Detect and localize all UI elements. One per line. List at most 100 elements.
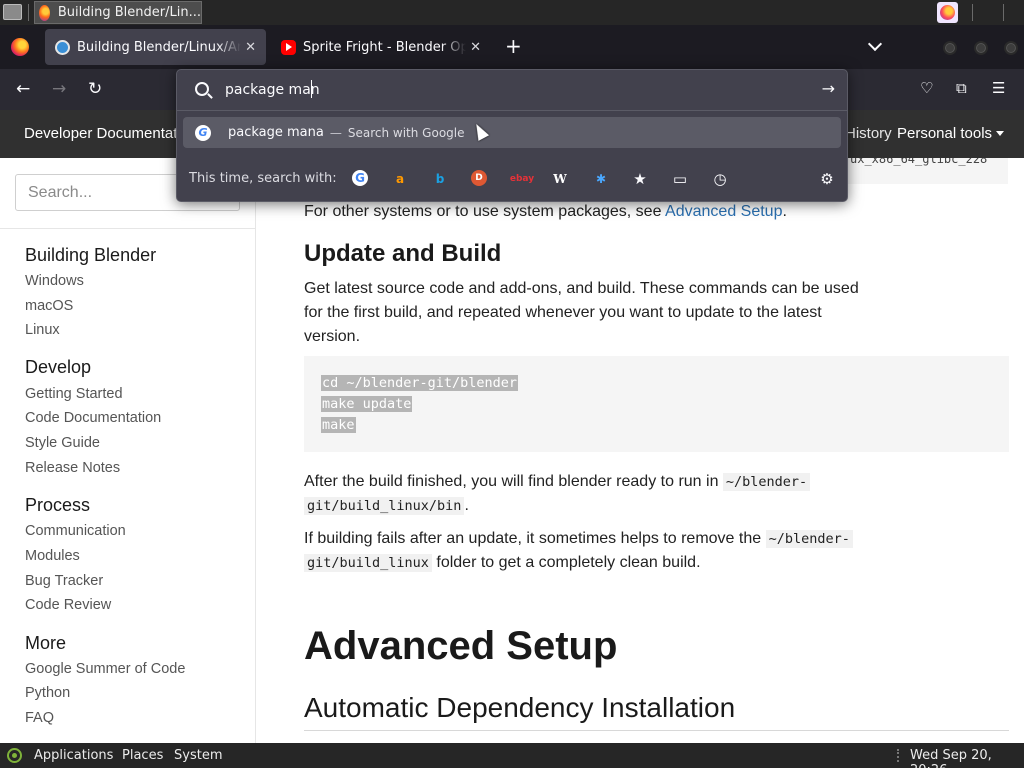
advanced-setup-heading: Advanced Setup — [304, 624, 618, 668]
sidebar-item-python[interactable]: Python — [25, 685, 70, 701]
sidebar-item-windows[interactable]: Windows — [25, 273, 84, 289]
code-block: cd ~/blender-git/blender make update mak… — [304, 356, 1009, 452]
bottom-panel: Applications Places System Wed Sep 20, 2… — [0, 743, 1024, 768]
close-tab-icon[interactable]: ✕ — [470, 40, 481, 55]
text: If building fails after an update, it so… — [304, 530, 766, 547]
search-suggestion[interactable]: G package mana — Search with Google — [183, 117, 841, 148]
history-link[interactable]: History — [845, 125, 892, 142]
amazon-icon[interactable]: a — [391, 170, 409, 188]
bing-icon[interactable]: b — [431, 170, 449, 188]
after-build-paragraph: After the build finished, you will find … — [304, 470, 864, 518]
sidebar-item-release-notes[interactable]: Release Notes — [25, 460, 120, 476]
go-arrow-icon[interactable]: → — [822, 79, 835, 98]
inline-code: git/build_linux/bin — [304, 497, 465, 515]
close-tab-icon[interactable]: ✕ — [245, 40, 256, 55]
urlbar-popup: → G package mana — Search with Google Th… — [176, 69, 848, 202]
one-off-label: This time, search with: — [189, 171, 337, 186]
tabs-icon[interactable]: ▭ — [671, 170, 689, 188]
system-menu[interactable]: System — [174, 748, 222, 763]
close-window-button[interactable] — [1004, 41, 1018, 55]
separator — [1003, 4, 1004, 21]
divider — [304, 730, 1009, 731]
firefox-icon — [39, 4, 50, 21]
urlbar-input-row: → — [177, 70, 847, 110]
personal-tools-menu[interactable]: Personal tools — [897, 125, 1004, 142]
tab-sprite-fright[interactable]: Sprite Fright - Blender Open Movie ✕ — [271, 29, 491, 65]
extensions-icon[interactable]: ⧉ — [956, 79, 967, 97]
inline-code: ~/blender- — [722, 473, 811, 491]
taskbar-firefox-window[interactable]: Building Blender/Lin... — [34, 1, 202, 24]
update-and-build-heading: Update and Build — [304, 240, 502, 267]
minimize-button[interactable] — [943, 41, 957, 55]
bookmarks-icon[interactable]: ★ — [631, 170, 649, 188]
divider — [177, 110, 847, 111]
sidebar-item-getting-started[interactable]: Getting Started — [25, 386, 123, 402]
tab-building-blender[interactable]: Building Blender/Linux/Arch ✕ — [45, 29, 266, 65]
pocket-icon[interactable]: ♡ — [920, 79, 933, 97]
tray-firefox-icon[interactable] — [937, 2, 958, 23]
sidebar-item-code-review[interactable]: Code Review — [25, 597, 111, 613]
sidebar-heading: Develop — [25, 357, 92, 377]
inline-code: git/build_linux — [304, 554, 432, 572]
one-off-search-row: This time, search with: G a b D ebay W ✱… — [177, 164, 847, 194]
tab-title: Building Blender/Linux/Arch — [77, 39, 242, 55]
text-caret — [311, 80, 312, 98]
wikipedia-icon[interactable]: W — [551, 170, 569, 188]
google-icon: G — [195, 124, 211, 141]
other-systems-paragraph: For other systems or to use system packa… — [304, 200, 1004, 224]
sidebar-item-linux[interactable]: Linux — [25, 322, 60, 338]
sidebar-item-code-documentation[interactable]: Code Documentation — [25, 410, 161, 426]
gear-icon[interactable]: ⚙ — [818, 170, 836, 188]
forward-icon: → — [52, 79, 67, 99]
sidebar-item-communication[interactable]: Communication — [25, 523, 126, 539]
applications-menu[interactable]: Applications — [34, 748, 113, 763]
suggestion-query: package mana — [228, 125, 324, 140]
add-engine-icon[interactable]: ✱ — [592, 170, 610, 188]
youtube-icon — [281, 39, 296, 55]
file-manager-icon[interactable] — [3, 4, 22, 20]
site-brand-link[interactable]: Developer Documentation — [24, 125, 197, 142]
code-line: make update — [321, 396, 413, 412]
back-icon[interactable]: ← — [16, 79, 30, 99]
new-tab-icon[interactable]: + — [505, 35, 522, 57]
sidebar-item-faq[interactable]: FAQ — [25, 710, 54, 726]
text: After the build finished, you will find … — [304, 473, 723, 490]
sidebar-item-bug-tracker[interactable]: Bug Tracker — [25, 573, 103, 589]
ebay-icon[interactable]: ebay — [510, 170, 534, 188]
firefox-view-icon[interactable] — [11, 38, 29, 56]
separator — [28, 4, 29, 21]
auto-dependency-heading: Automatic Dependency Installation — [304, 692, 736, 723]
advanced-setup-link[interactable]: Advanced Setup — [665, 203, 782, 220]
code-line: cd ~/blender-git/blender — [321, 375, 519, 391]
panel-grip — [897, 749, 901, 762]
sidebar-item-gsoc[interactable]: Google Summer of Code — [25, 661, 185, 677]
menu-icon[interactable]: ☰ — [992, 79, 1005, 97]
sidebar-heading: Process — [25, 495, 91, 515]
search-icon — [195, 82, 209, 96]
inline-code: ~/blender- — [765, 530, 853, 548]
main-content: ux_x86_64_glibc_228 For other systems or… — [256, 158, 1024, 743]
separator — [972, 4, 973, 21]
sidebar: Building Blender Windows macOS Linux Dev… — [0, 158, 256, 743]
history-icon[interactable]: ◷ — [711, 170, 729, 188]
text: folder to get a completely clean build. — [431, 554, 701, 571]
sidebar-item-modules[interactable]: Modules — [25, 548, 80, 564]
divider — [0, 228, 256, 229]
places-menu[interactable]: Places — [122, 748, 163, 763]
system-top-bar: Building Blender/Lin... — [0, 0, 1024, 25]
update-paragraph: Get latest source code and add-ons, and … — [304, 280, 859, 345]
google-icon[interactable]: G — [352, 170, 368, 186]
duckduckgo-icon[interactable]: D — [471, 170, 487, 186]
reload-icon[interactable]: ↻ — [88, 79, 102, 99]
tab-strip: Building Blender/Linux/Arch ✕ Sprite Fri… — [0, 25, 1024, 69]
clock[interactable]: Wed Sep 20, 20:26 — [910, 748, 1024, 768]
chevron-down-icon[interactable] — [867, 36, 883, 52]
maximize-button[interactable] — [974, 41, 988, 55]
blender-icon — [55, 39, 70, 55]
sidebar-item-macos[interactable]: macOS — [25, 298, 73, 314]
mate-menu-icon[interactable] — [7, 748, 22, 763]
sidebar-heading: Building Blender — [25, 245, 157, 265]
sidebar-item-style-guide[interactable]: Style Guide — [25, 435, 100, 451]
url-input[interactable] — [225, 79, 785, 101]
text: . — [782, 203, 787, 220]
